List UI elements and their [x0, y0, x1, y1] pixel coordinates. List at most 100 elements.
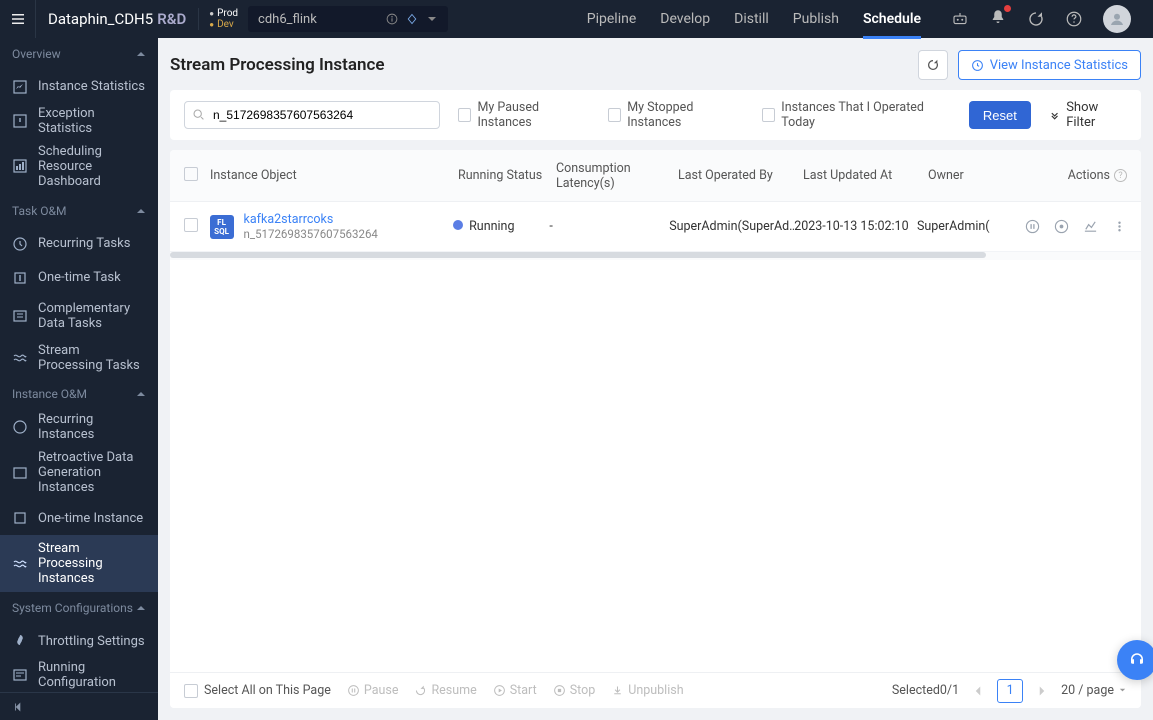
topbar: Dataphin_CDH5 R&D Prod Dev cdh6_flink Pi…	[0, 0, 1153, 38]
prev-page-icon[interactable]	[969, 682, 987, 700]
project-selector[interactable]: cdh6_flink	[248, 6, 448, 32]
floating-action-button[interactable]	[1117, 640, 1153, 680]
pause-action-icon[interactable]	[1025, 219, 1040, 234]
sidebar-item-onetime-instance[interactable]: One-time Instance	[0, 501, 158, 535]
table-footer: Select All on This Page Pause Resume Sta…	[170, 672, 1141, 708]
nav-publish[interactable]: Publish	[793, 0, 839, 38]
sidebar-collapse[interactable]	[0, 692, 158, 720]
search-icon	[192, 108, 205, 121]
sidebar-item-complementary-tasks[interactable]: Complementary Data Tasks	[0, 295, 158, 337]
sidebar-item-exception-statistics[interactable]: Exception Statistics	[0, 104, 158, 138]
next-page-icon[interactable]	[1033, 682, 1051, 700]
chevron-up-icon	[136, 49, 146, 59]
instance-link[interactable]: kafka2starrcoks	[244, 212, 378, 227]
col-latency: Consumption Latency(s)	[556, 161, 678, 191]
page-size-selector[interactable]: 20 / page	[1061, 683, 1127, 698]
col-running-status: Running Status	[458, 168, 556, 183]
table-header: Instance Object Running Status Consumpti…	[170, 150, 1141, 202]
stop-action-icon[interactable]	[1054, 219, 1069, 234]
nav-schedule[interactable]: Schedule	[863, 0, 921, 38]
filter-bar: My Paused Instances My Stopped Instances…	[170, 90, 1141, 140]
view-statistics-button[interactable]: View Instance Statistics	[958, 50, 1141, 80]
chevron-down-icon	[1118, 686, 1127, 695]
project-name: cdh6_flink	[258, 12, 317, 27]
stop-icon	[553, 684, 566, 697]
help-icon[interactable]: ?	[1114, 169, 1127, 182]
diamond-icon	[406, 13, 418, 25]
sidebar-group-instance-om[interactable]: Instance O&M	[0, 379, 158, 411]
col-instance-object: Instance Object	[210, 168, 458, 183]
collapse-icon	[12, 700, 26, 714]
resume-icon	[414, 684, 427, 697]
help-icon[interactable]	[1065, 10, 1083, 28]
status-dot-icon	[453, 220, 463, 230]
pause-button[interactable]: Pause	[347, 683, 399, 698]
sidebar-group-overview[interactable]: Overview	[0, 38, 158, 70]
show-filter-toggle[interactable]: Show Filter	[1049, 100, 1127, 130]
instance-id: n_5172698357607563264	[244, 227, 378, 241]
sidebar-item-stream-instances[interactable]: Stream Processing Instances	[0, 535, 158, 592]
owner-value: SuperAdmin(	[917, 219, 1025, 234]
env-dev: Dev	[209, 19, 238, 30]
checkbox-paused[interactable]: My Paused Instances	[458, 100, 590, 130]
select-all-checkbox[interactable]: Select All on This Page	[184, 683, 331, 698]
top-nav: Pipeline Develop Distill Publish Schedul…	[567, 0, 941, 38]
play-icon	[493, 684, 506, 697]
download-icon	[611, 684, 624, 697]
col-operated-by: Last Operated By	[678, 168, 803, 183]
col-owner: Owner	[928, 168, 1038, 183]
menu-icon	[10, 11, 26, 27]
sidebar-item-retroactive-instances[interactable]: Retroactive Data Generation Instances	[0, 444, 158, 501]
env-prod: Prod	[209, 8, 238, 19]
updated-at-value: 2023-10-13 15:02:10	[794, 219, 917, 234]
refresh-button[interactable]	[918, 50, 948, 80]
flink-sql-badge: FLSQL	[210, 215, 234, 239]
assistant-icon[interactable]	[951, 10, 969, 28]
headset-icon	[1128, 651, 1146, 669]
sidebar-item-recurring-instances[interactable]: Recurring Instances	[0, 410, 158, 444]
chevron-down-icon	[426, 13, 438, 25]
chart-action-icon[interactable]	[1083, 219, 1098, 234]
checkbox-stopped[interactable]: My Stopped Instances	[608, 100, 744, 130]
refresh-icon[interactable]	[1027, 10, 1045, 28]
col-actions: Actions?	[1038, 168, 1127, 183]
reset-button[interactable]: Reset	[969, 101, 1031, 129]
unpublish-button[interactable]: Unpublish	[611, 683, 683, 698]
sidebar-group-task-om[interactable]: Task O&M	[0, 195, 158, 227]
page-number[interactable]: 1	[997, 679, 1023, 703]
row-checkbox[interactable]	[184, 218, 198, 232]
resume-button[interactable]: Resume	[414, 683, 476, 698]
nav-develop[interactable]: Develop	[660, 0, 710, 38]
checkbox-today[interactable]: Instances That I Operated Today	[762, 100, 951, 130]
nav-pipeline[interactable]: Pipeline	[587, 0, 637, 38]
sidebar-item-instance-statistics[interactable]: Instance Statistics	[0, 70, 158, 104]
user-icon	[1108, 10, 1126, 28]
status-text: Running	[469, 219, 514, 234]
horizontal-scrollbar[interactable]	[170, 252, 1141, 260]
sidebar-item-onetime-task[interactable]: One-time Task	[0, 261, 158, 295]
latency-value: -	[549, 219, 669, 234]
sidebar-group-system-config[interactable]: System Configurations	[0, 592, 158, 624]
sidebar-item-throttling[interactable]: Throttling Settings	[0, 624, 158, 658]
col-updated-at: Last Updated At	[803, 168, 928, 183]
menu-toggle[interactable]	[0, 0, 36, 38]
sidebar: Overview Instance Statistics Exception S…	[0, 38, 158, 720]
chevron-up-icon	[136, 603, 146, 613]
info-icon	[386, 13, 398, 25]
nav-distill[interactable]: Distill	[734, 0, 769, 38]
start-button[interactable]: Start	[493, 683, 537, 698]
chevron-up-icon	[136, 206, 146, 216]
search-input[interactable]	[184, 101, 440, 129]
sidebar-item-stream-tasks[interactable]: Stream Processing Tasks	[0, 337, 158, 379]
clock-icon	[971, 59, 984, 72]
sidebar-item-scheduling-resource[interactable]: Scheduling Resource Dashboard	[0, 138, 158, 195]
selected-count: Selected0/1	[892, 683, 959, 698]
brand-name: Dataphin_CDH5	[48, 10, 153, 28]
stop-button[interactable]: Stop	[553, 683, 596, 698]
more-action-icon[interactable]	[1112, 219, 1127, 234]
avatar[interactable]	[1103, 5, 1131, 33]
sidebar-item-running-config[interactable]: Running Configuration	[0, 658, 158, 692]
pause-icon	[347, 684, 360, 697]
sidebar-item-recurring-tasks[interactable]: Recurring Tasks	[0, 227, 158, 261]
chevron-up-icon	[136, 389, 146, 399]
